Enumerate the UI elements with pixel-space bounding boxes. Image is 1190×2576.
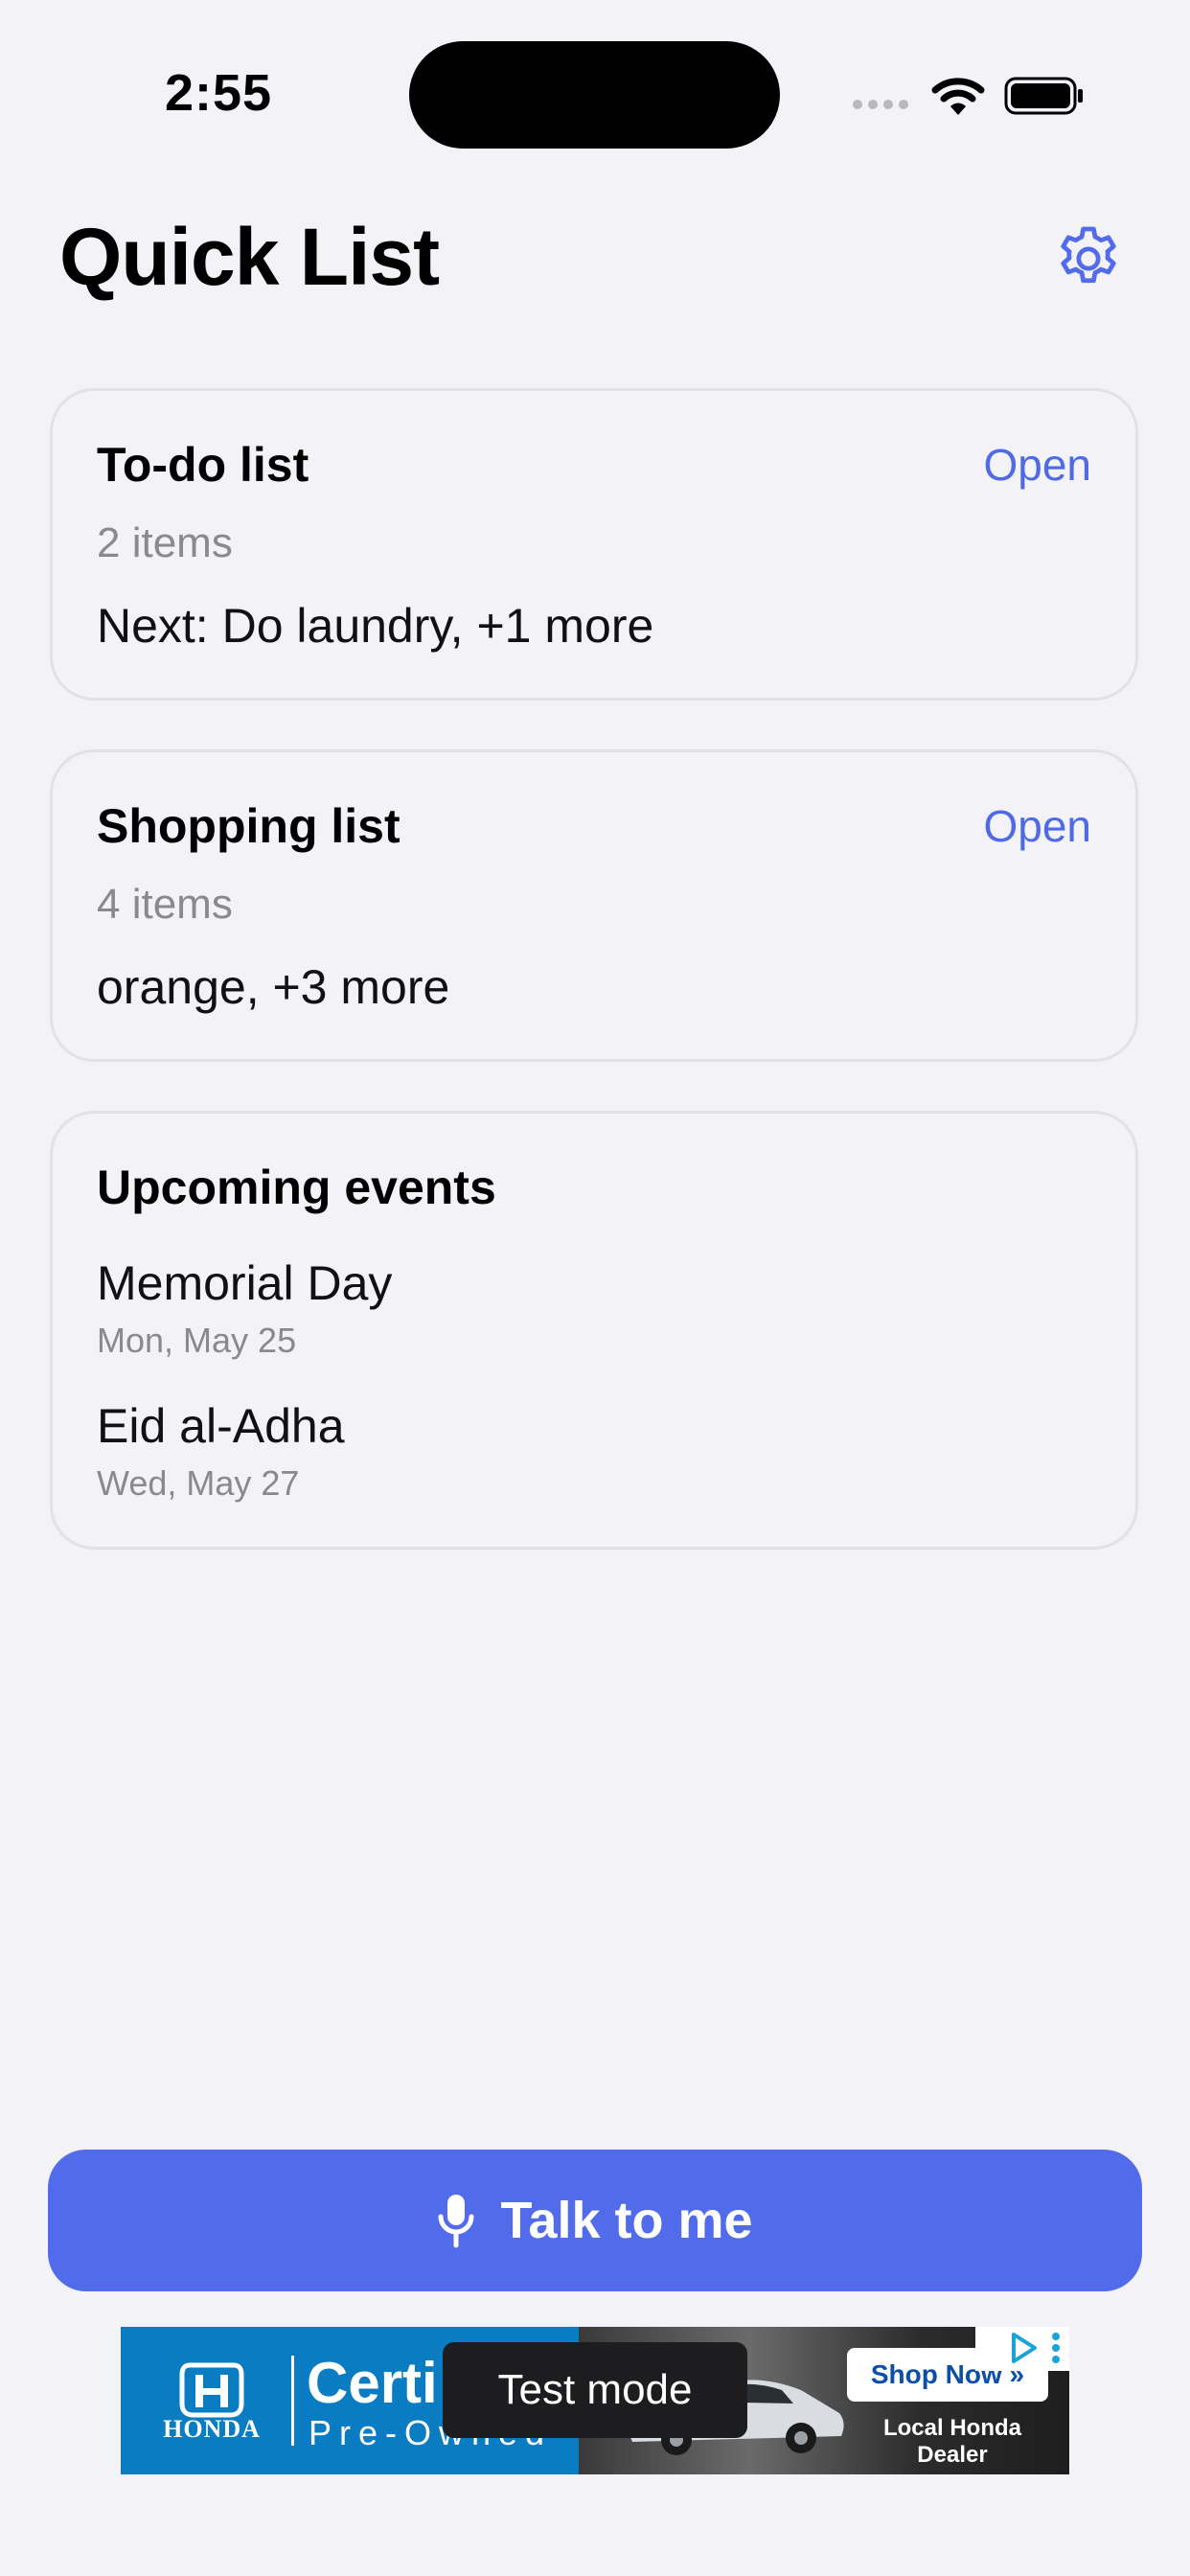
gear-icon <box>1061 226 1116 284</box>
upcoming-events-card: Upcoming events Memorial Day Mon, May 25… <box>50 1111 1138 1550</box>
ad-divider <box>291 2356 294 2446</box>
wifi-icon <box>931 78 985 115</box>
talk-button-label: Talk to me <box>500 2192 753 2249</box>
dynamic-island <box>409 41 780 149</box>
shopping-list-card[interactable]: Shopping list Open 4 items orange, +3 mo… <box>50 749 1138 1062</box>
shopping-item-count: 4 items <box>97 881 233 928</box>
cellular-signal-icon <box>853 100 908 109</box>
battery-icon <box>1004 77 1083 115</box>
test-mode-badge: Test mode <box>443 2342 747 2438</box>
page-title: Quick List <box>59 212 440 302</box>
todo-list-card[interactable]: To-do list Open 2 items Next: Do laundry… <box>50 388 1138 701</box>
talk-to-me-button[interactable]: Talk to me <box>48 2150 1142 2291</box>
todo-item-count: 2 items <box>97 519 233 566</box>
todo-open-link[interactable]: Open <box>983 439 1091 491</box>
event-date: Mon, May 25 <box>97 1321 297 1360</box>
events-title: Upcoming events <box>97 1161 496 1214</box>
settings-button[interactable] <box>1050 220 1127 297</box>
ad-headline: Certi <box>307 2351 438 2415</box>
status-time: 2:55 <box>165 64 273 122</box>
shopping-list-title: Shopping list <box>97 799 400 853</box>
shopping-open-link[interactable]: Open <box>983 800 1091 852</box>
todo-preview: Next: Do laundry, +1 more <box>97 599 654 653</box>
screen: 2:55 Quick List To-do list Open 2 items … <box>0 0 1190 2576</box>
event-date: Wed, May 27 <box>97 1463 300 1503</box>
ad-dealer-text: Local Honda Dealer <box>882 2415 1021 2468</box>
shopping-preview: orange, +3 more <box>97 960 450 1014</box>
ad-choices-icon[interactable] <box>975 2327 1069 2371</box>
microphone-icon <box>438 2195 474 2248</box>
todo-list-title: To-do list <box>97 438 309 492</box>
event-name: Eid al-Adha <box>97 1399 345 1453</box>
event-name: Memorial Day <box>97 1256 393 1310</box>
ad-brand-text: HONDA <box>163 2415 261 2443</box>
ad-info-icon <box>1012 2333 1060 2363</box>
